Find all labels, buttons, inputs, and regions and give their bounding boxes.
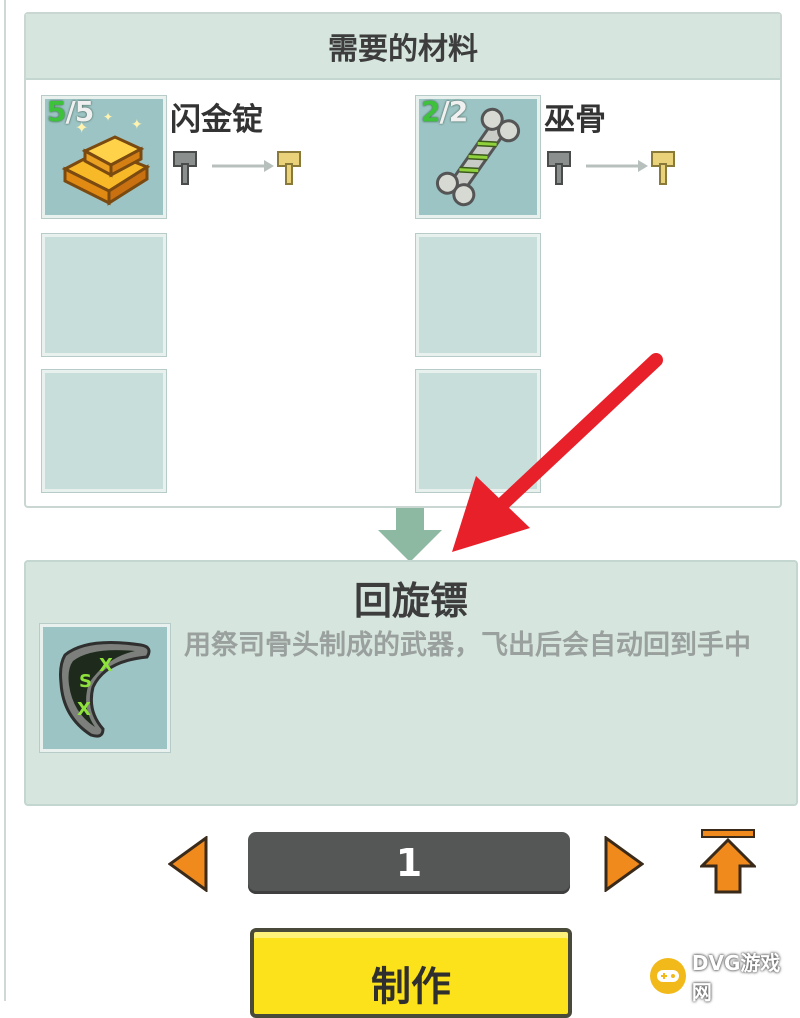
upgrade-path [170, 146, 310, 186]
svg-text:X: X [77, 699, 91, 720]
arrow-right-icon [586, 160, 648, 172]
arrow-right-icon [212, 160, 274, 172]
material-name: 闪金锭 [170, 102, 263, 138]
boomerang-icon: S X X [59, 641, 151, 738]
watermark-text: DVG游戏网 [691, 951, 781, 1004]
materials-panel: 需要的材料 ✦ ✦ ✦ 5/5 闪金锭 2/2 巫骨 [24, 12, 782, 508]
empty-material-slot[interactable] [416, 234, 540, 356]
gamepad-icon [650, 958, 686, 994]
material-slot-witch-bone[interactable]: 2/2 [416, 95, 540, 218]
down-arrow-icon [378, 508, 442, 562]
empty-material-slot[interactable] [416, 370, 540, 492]
left-edge-line [4, 0, 6, 1001]
empty-material-slot[interactable] [42, 234, 166, 356]
result-item-name: 回旋镖 [353, 579, 468, 623]
svg-text:✦: ✦ [103, 110, 113, 124]
grey-hammer-icon [547, 151, 571, 185]
quantity-display[interactable]: 1 [248, 832, 570, 894]
svg-text:✦: ✦ [131, 117, 143, 133]
empty-material-slot[interactable] [42, 370, 166, 492]
gold-hammer-icon [651, 151, 675, 185]
svg-text:X: X [99, 655, 113, 676]
material-count: 5/5 [47, 95, 94, 128]
material-slot-gold-ingot[interactable]: ✦ ✦ ✦ 5/5 [42, 95, 166, 218]
material-name: 巫骨 [544, 102, 606, 138]
result-item-description: 用祭司骨头制成的武器，飞出后会自动回到手中 [184, 630, 751, 661]
increase-quantity-button[interactable] [604, 836, 644, 892]
svg-text:S: S [79, 671, 92, 692]
decrease-quantity-button[interactable] [168, 836, 208, 892]
watermark: DVG游戏网 [650, 951, 800, 1004]
material-count: 2/2 [421, 95, 468, 128]
max-quantity-button[interactable] [700, 828, 756, 894]
result-panel: 回旋镖 S X X 用祭司骨头制成的武器，飞出后会自动回到手中 [24, 560, 798, 806]
gold-hammer-icon [277, 151, 301, 185]
result-item-slot[interactable]: S X X [40, 624, 170, 752]
grey-hammer-icon [173, 151, 197, 185]
upgrade-path [544, 146, 684, 186]
craft-button[interactable]: 制作 [250, 928, 572, 1018]
materials-panel-title: 需要的材料 [26, 14, 780, 80]
